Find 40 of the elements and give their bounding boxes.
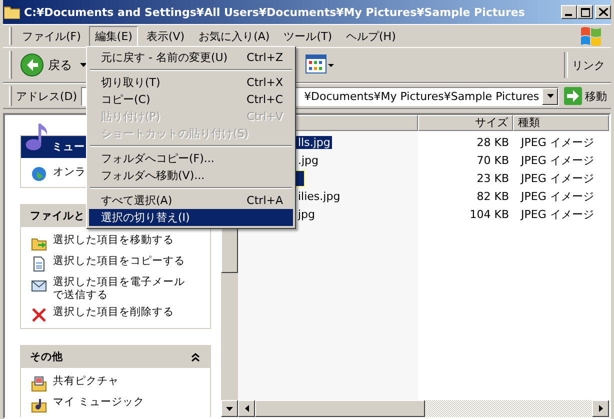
menu-item[interactable]: コピー(C) Ctrl+C	[89, 91, 293, 108]
task-link[interactable]: マイ ミュージック	[53, 396, 144, 409]
menu-item[interactable]: お気に入り(A)	[192, 26, 276, 46]
file-type: JPEG イメージ	[520, 206, 595, 222]
menu-item[interactable]: フォルダへ移動(V)...	[89, 167, 293, 184]
file-size: 23 KB	[476, 172, 510, 184]
task-link[interactable]: 共有ピクチャ	[53, 375, 119, 388]
file-size: 28 KB	[476, 136, 510, 148]
file-size: 82 KB	[476, 190, 510, 202]
file-type: JPEG イメージ	[520, 152, 595, 168]
go-button[interactable]: 移動	[564, 87, 607, 105]
menu-item[interactable]: すべて選択(A) Ctrl+A	[89, 192, 293, 209]
file-size: 104 KB	[468, 208, 510, 220]
file-type: JPEG イメージ	[520, 188, 595, 204]
menu-item[interactable]: 選択の切り替え(I)	[89, 209, 293, 226]
back-button[interactable]: 戻る	[16, 53, 76, 77]
file-size: 70 KB	[476, 154, 510, 166]
menu-item[interactable]: 元に戻す - 名前の変更(U) Ctrl+Z	[89, 49, 293, 66]
column-header[interactable]: 種類	[513, 115, 609, 131]
address-label: アドレス(D)	[16, 88, 78, 104]
task-link[interactable]: オンラ	[53, 165, 86, 179]
task-link[interactable]: 選択した項目を移動する	[53, 234, 174, 247]
links-label[interactable]: リンク	[572, 58, 605, 72]
file-name[interactable]: lls.jpg	[296, 136, 332, 148]
file-name[interactable]: jpg	[296, 208, 318, 220]
file-name[interactable]: ilies.jpg	[296, 190, 342, 202]
task-link[interactable]: 選択した項目をコピーする	[53, 255, 185, 268]
file-type: JPEG イメージ	[520, 134, 595, 150]
file-name[interactable]: .jpg	[296, 154, 321, 166]
menu-item[interactable]: ヘルプ(H)	[340, 26, 402, 46]
file-type: JPEG イメージ	[520, 170, 595, 186]
task-link[interactable]: 選択した項目を削除する	[53, 306, 174, 319]
column-header[interactable]: サイズ	[418, 115, 513, 131]
menu-item[interactable]: フォルダへコピー(F)...	[89, 150, 293, 167]
menu-item[interactable]: ファイル(F)	[16, 26, 87, 46]
panel-header[interactable]: その他	[21, 346, 210, 368]
menu-item[interactable]: 表示(V)	[140, 26, 191, 46]
task-link[interactable]: 選択した項目を電子メールで送信する	[53, 276, 195, 302]
menu-item[interactable]: ツール(T)	[278, 26, 338, 46]
window-title: C:¥Documents and Settings¥All Users¥Documents¥My Pictures¥Sample Pictures	[24, 6, 526, 18]
